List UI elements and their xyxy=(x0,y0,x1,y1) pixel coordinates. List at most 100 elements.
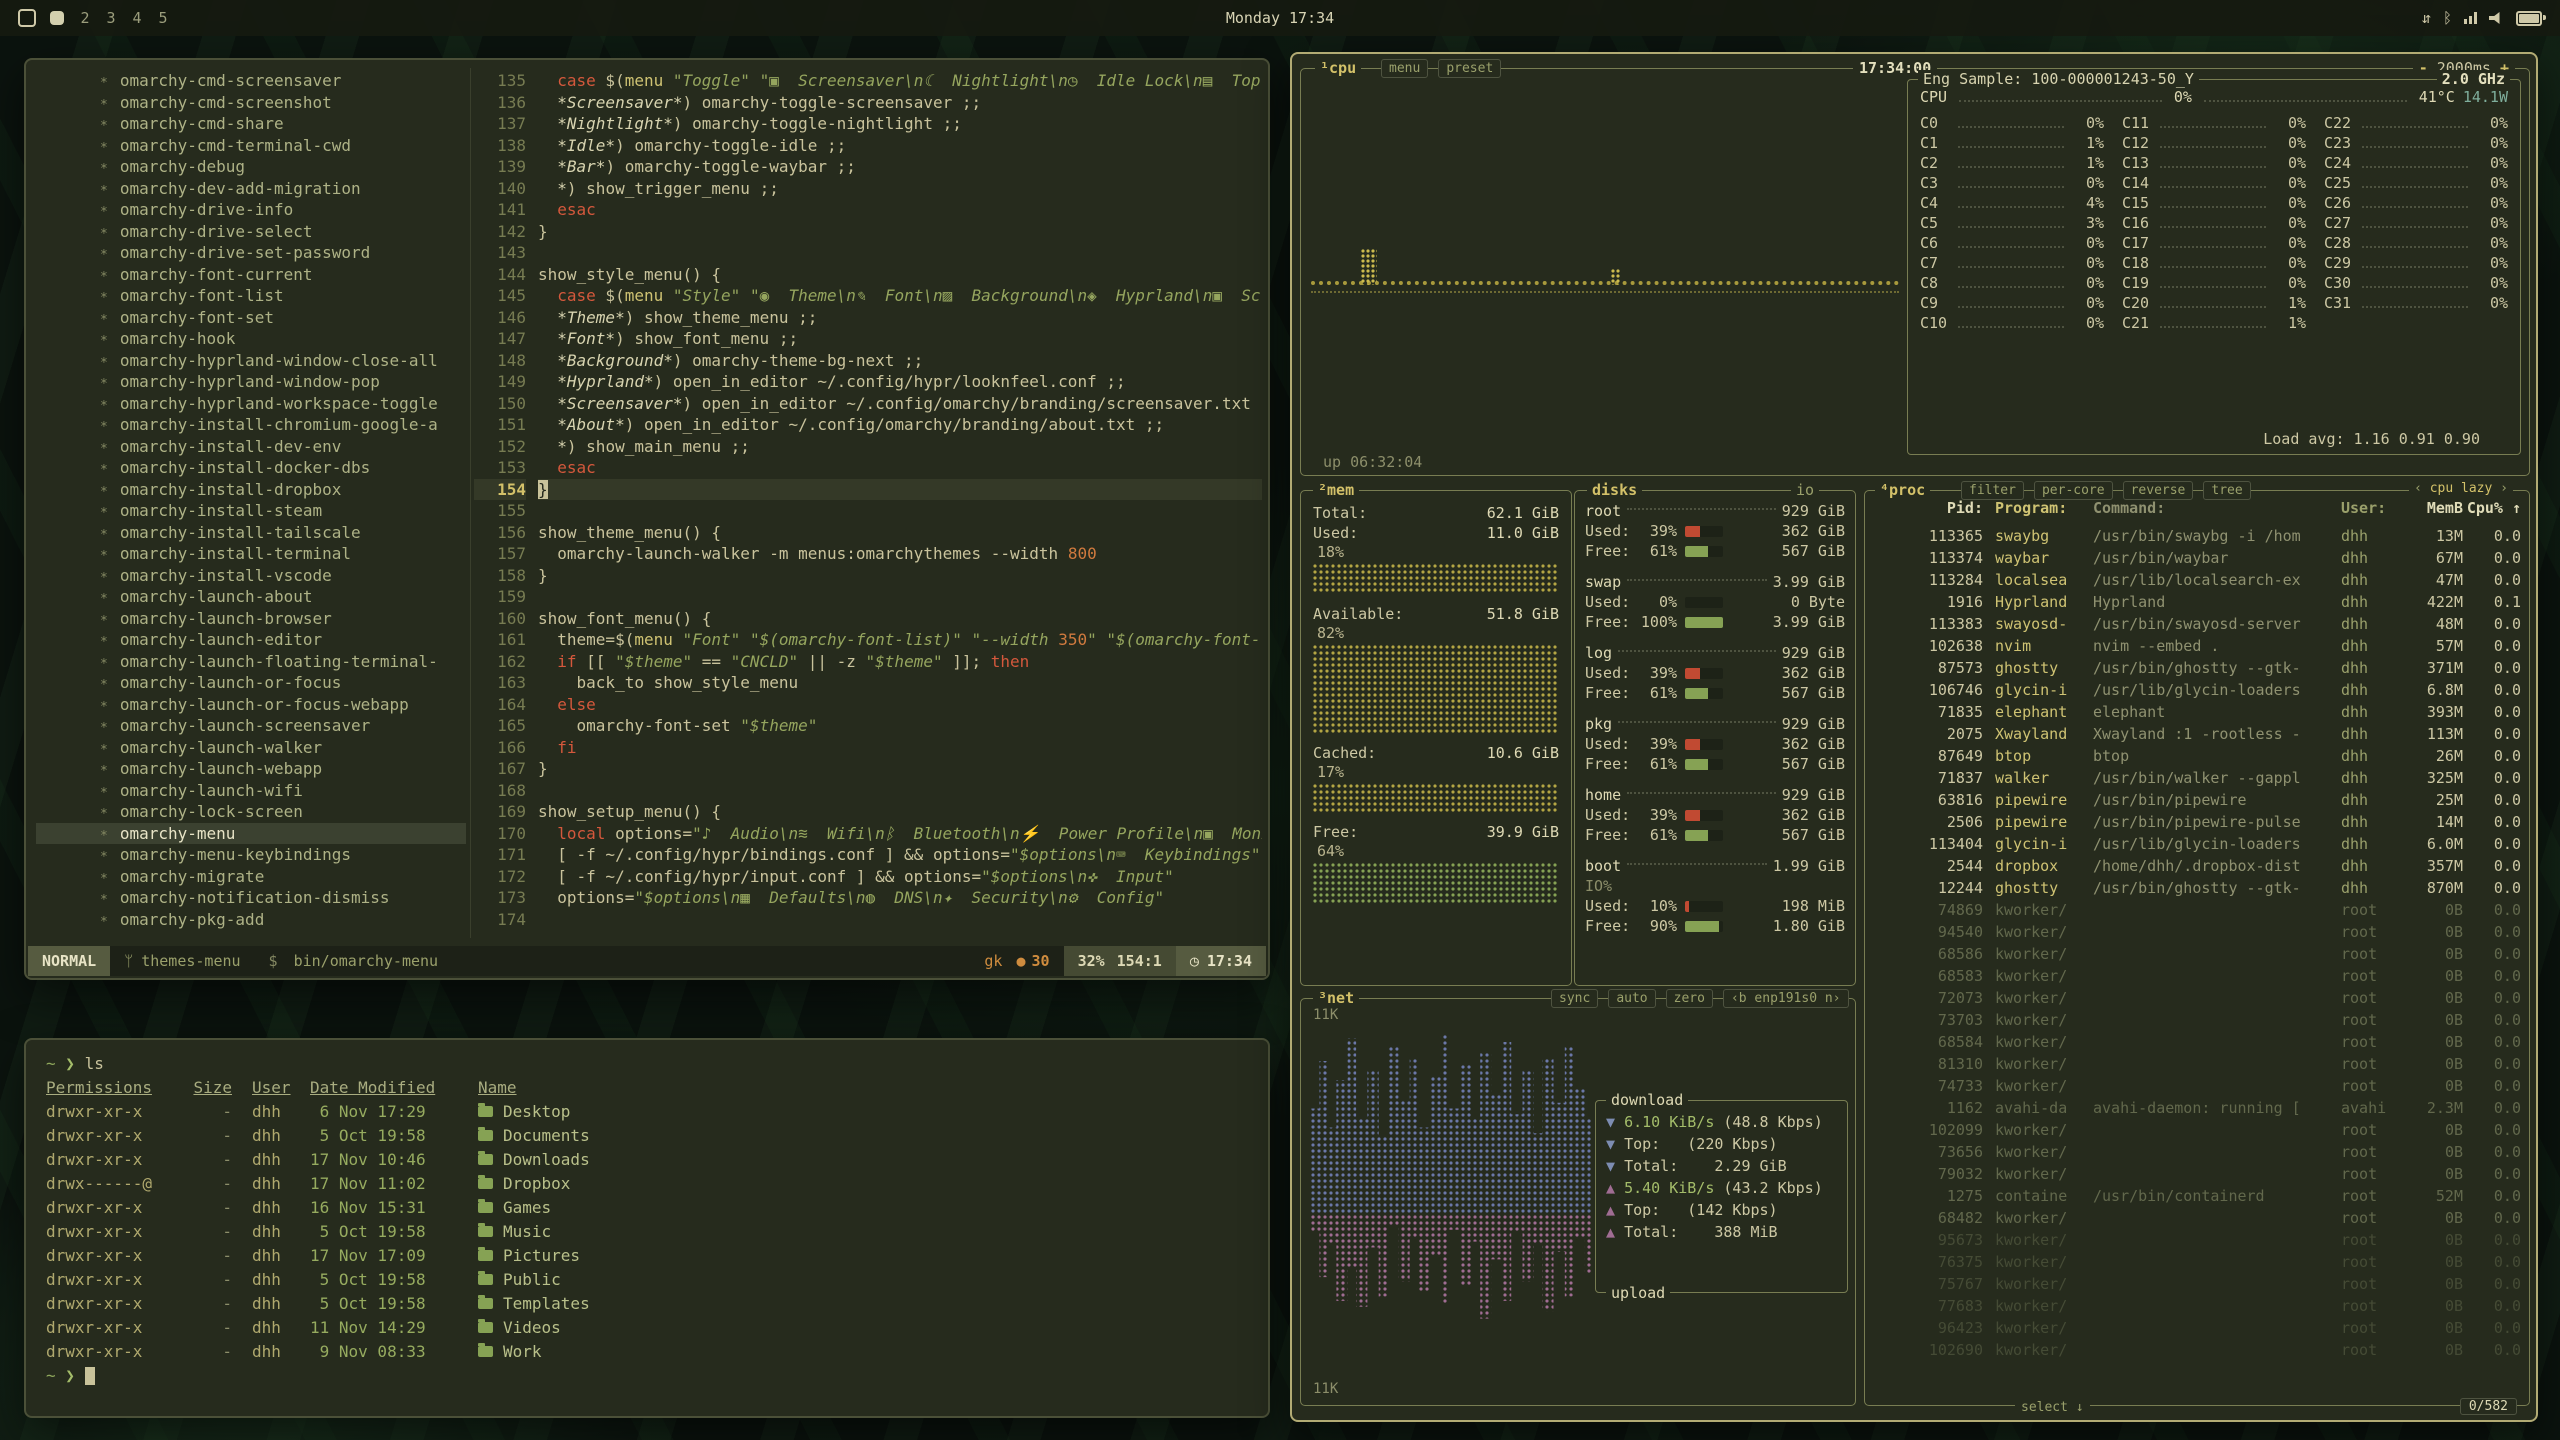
process-row[interactable]: 95673kworker/root0B0.0 xyxy=(1873,1229,2521,1251)
process-row[interactable]: 71835elephantelephantdhh393M0.0 xyxy=(1873,701,2521,723)
tree-item[interactable]: ∗omarchy-cmd-terminal-cwd xyxy=(36,135,466,157)
tree-item[interactable]: ∗omarchy-drive-set-password xyxy=(36,242,466,264)
process-row[interactable]: 102690kworker/root0B0.0 xyxy=(1873,1339,2521,1361)
cpu-menu-label[interactable]: preset xyxy=(1438,59,1501,78)
proc-option-label[interactable]: per-core xyxy=(2034,481,2113,500)
tree-item[interactable]: ∗omarchy-menu xyxy=(36,823,466,845)
tree-item[interactable]: ∗omarchy-cmd-screenshot xyxy=(36,92,466,114)
process-row[interactable]: 94540kworker/root0B0.0 xyxy=(1873,921,2521,943)
process-row[interactable]: 79032kworker/root0B0.0 xyxy=(1873,1163,2521,1185)
tree-item[interactable]: ∗omarchy-cmd-screensaver xyxy=(36,70,466,92)
process-row[interactable]: 74733kworker/root0B0.0 xyxy=(1873,1075,2521,1097)
tree-item[interactable]: ∗omarchy-install-steam xyxy=(36,500,466,522)
tree-item[interactable]: ∗omarchy-dev-add-migration xyxy=(36,178,466,200)
tree-item[interactable]: ∗omarchy-menu-keybindings xyxy=(36,844,466,866)
process-row[interactable]: 68482kworker/root0B0.0 xyxy=(1873,1207,2521,1229)
process-row[interactable]: 102638nvimnvim --embed .dhh57M0.0 xyxy=(1873,635,2521,657)
select-hint[interactable]: select ↓ xyxy=(2015,1400,2090,1415)
process-row[interactable]: 74869kworker/root0B0.0 xyxy=(1873,899,2521,921)
tree-item[interactable]: ∗omarchy-cmd-share xyxy=(36,113,466,135)
tree-item[interactable]: ∗omarchy-launch-walker xyxy=(36,737,466,759)
process-row[interactable]: 81310kworker/root0B0.0 xyxy=(1873,1053,2521,1075)
tree-item[interactable]: ∗omarchy-drive-info xyxy=(36,199,466,221)
tree-item[interactable]: ∗omarchy-launch-or-focus xyxy=(36,672,466,694)
tree-item[interactable]: ∗omarchy-lock-screen xyxy=(36,801,466,823)
process-row[interactable]: 113404glycin-i/usr/lib/glycin-loadersdhh… xyxy=(1873,833,2521,855)
tree-item[interactable]: ∗omarchy-hyprland-window-pop xyxy=(36,371,466,393)
btop-window[interactable]: ¹cpu menupreset 17:34:00 - 2000ms + up 0… xyxy=(1290,52,2538,1422)
cpu-menu-label[interactable]: menu xyxy=(1381,59,1428,78)
net-option-label[interactable]: zero xyxy=(1666,989,1713,1008)
process-row[interactable]: 77683kworker/root0B0.0 xyxy=(1873,1295,2521,1317)
tree-item[interactable]: ∗omarchy-launch-wifi xyxy=(36,780,466,802)
terminal-window[interactable]: ~ ❯ ls PermissionsSizeUserDate ModifiedN… xyxy=(24,1038,1270,1418)
process-row[interactable]: 73703kworker/root0B0.0 xyxy=(1873,1009,2521,1031)
process-row[interactable]: 68584kworker/root0B0.0 xyxy=(1873,1031,2521,1053)
net-option-label[interactable]: ‹b enp191s0 n› xyxy=(1723,989,1849,1008)
tree-item[interactable]: ∗omarchy-launch-about xyxy=(36,586,466,608)
signal-icon[interactable] xyxy=(2464,12,2477,24)
tree-item[interactable]: ∗omarchy-install-chromium-google-a xyxy=(36,414,466,436)
tree-item[interactable]: ∗omarchy-launch-screensaver xyxy=(36,715,466,737)
proc-option-label[interactable]: reverse xyxy=(2123,481,2194,500)
battery-icon[interactable] xyxy=(2516,11,2542,26)
process-row[interactable]: 73656kworker/root0B0.0 xyxy=(1873,1141,2521,1163)
tree-item[interactable]: ∗omarchy-font-set xyxy=(36,307,466,329)
net-option-label[interactable]: auto xyxy=(1608,989,1655,1008)
tree-item[interactable]: ∗omarchy-launch-floating-terminal- xyxy=(36,651,466,673)
tree-item[interactable]: ∗omarchy-migrate xyxy=(36,866,466,888)
tree-item[interactable]: ∗omarchy-font-current xyxy=(36,264,466,286)
tree-item[interactable]: ∗omarchy-notification-dismiss xyxy=(36,887,466,909)
tree-item[interactable]: ∗omarchy-pkg-add xyxy=(36,909,466,931)
process-row[interactable]: 113374waybar/usr/bin/waybardhh67M0.0 xyxy=(1873,547,2521,569)
process-row[interactable]: 1162avahi-daavahi-daemon: running [avahi… xyxy=(1873,1097,2521,1119)
tree-item[interactable]: ∗omarchy-hook xyxy=(36,328,466,350)
tree-item[interactable]: ∗omarchy-install-terminal xyxy=(36,543,466,565)
tree-item[interactable]: ∗omarchy-install-tailscale xyxy=(36,522,466,544)
process-row[interactable]: 63816pipewire/usr/bin/pipewiredhh25M0.0 xyxy=(1873,789,2521,811)
proc-option-label[interactable]: filter xyxy=(1961,481,2024,500)
process-row[interactable]: 1275containe/usr/bin/containerdroot52M0.… xyxy=(1873,1185,2521,1207)
tree-item[interactable]: ∗omarchy-install-dropbox xyxy=(36,479,466,501)
process-row[interactable]: 1916HyprlandHyprlanddhh422M0.1 xyxy=(1873,591,2521,613)
network-traffic-icon[interactable]: ⇵ xyxy=(2422,9,2431,27)
proc-option-label[interactable]: tree xyxy=(2203,481,2250,500)
tree-item[interactable]: ∗omarchy-hyprland-window-close-all xyxy=(36,350,466,372)
tree-item[interactable]: ∗omarchy-font-list xyxy=(36,285,466,307)
tree-item[interactable]: ∗omarchy-hyprland-workspace-toggle xyxy=(36,393,466,415)
process-row[interactable]: 87649btopbtopdhh26M0.0 xyxy=(1873,745,2521,767)
tree-item[interactable]: ∗omarchy-launch-or-focus-webapp xyxy=(36,694,466,716)
process-row[interactable]: 2075XwaylandXwayland :1 -rootless -dhh11… xyxy=(1873,723,2521,745)
tree-item[interactable]: ∗omarchy-debug xyxy=(36,156,466,178)
process-row[interactable]: 106746glycin-i/usr/lib/glycin-loadersdhh… xyxy=(1873,679,2521,701)
tree-item[interactable]: ∗omarchy-launch-editor xyxy=(36,629,466,651)
process-row[interactable]: 113284localsea/usr/lib/localsearch-exdhh… xyxy=(1873,569,2521,591)
process-row[interactable]: 68583kworker/root0B0.0 xyxy=(1873,965,2521,987)
process-row[interactable]: 96423kworker/root0B0.0 xyxy=(1873,1317,2521,1339)
process-row[interactable]: 72073kworker/root0B0.0 xyxy=(1873,987,2521,1009)
process-row[interactable]: 68586kworker/root0B0.0 xyxy=(1873,943,2521,965)
net-option-label[interactable]: sync xyxy=(1551,989,1598,1008)
volume-icon[interactable] xyxy=(2489,12,2504,24)
process-row[interactable]: 113365swaybg/usr/bin/swaybg -i /homdhh13… xyxy=(1873,525,2521,547)
tree-item[interactable]: ∗omarchy-install-vscode xyxy=(36,565,466,587)
process-row[interactable]: 76375kworker/root0B0.0 xyxy=(1873,1251,2521,1273)
process-row[interactable]: 71837walker/usr/bin/walker --gappldhh325… xyxy=(1873,767,2521,789)
process-row[interactable]: 2506pipewire/usr/bin/pipewire-pulsedhh14… xyxy=(1873,811,2521,833)
tree-item[interactable]: ∗omarchy-launch-webapp xyxy=(36,758,466,780)
tree-item[interactable]: ∗omarchy-launch-browser xyxy=(36,608,466,630)
process-row[interactable]: 87573ghostty/usr/bin/ghostty --gtk-dhh37… xyxy=(1873,657,2521,679)
tree-item[interactable]: ∗omarchy-drive-select xyxy=(36,221,466,243)
bluetooth-icon[interactable]: ᛒ xyxy=(2443,9,2452,27)
process-row[interactable]: 2544dropbox/home/dhh/.dropbox-distdhh357… xyxy=(1873,855,2521,877)
proc-sort-mode[interactable]: ‹ cpu lazy › xyxy=(2409,481,2513,496)
process-row[interactable]: 75767kworker/root0B0.0 xyxy=(1873,1273,2521,1295)
process-row[interactable]: 102099kworker/root0B0.0 xyxy=(1873,1119,2521,1141)
process-row[interactable]: 113383swayosd-/usr/bin/swayosd-serverdhh… xyxy=(1873,613,2521,635)
io-toggle[interactable]: io xyxy=(1791,481,1819,499)
code-pane[interactable]: case $(menu "Toggle" "▣ Screensaver\n☾ N… xyxy=(538,70,1262,934)
tree-item[interactable]: ∗omarchy-install-docker-dbs xyxy=(36,457,466,479)
process-row[interactable]: 12244ghostty/usr/bin/ghostty --gtk-dhh87… xyxy=(1873,877,2521,899)
editor-window[interactable]: ∗omarchy-cmd-screensaver∗omarchy-cmd-scr… xyxy=(24,58,1270,980)
tree-item[interactable]: ∗omarchy-install-dev-env xyxy=(36,436,466,458)
